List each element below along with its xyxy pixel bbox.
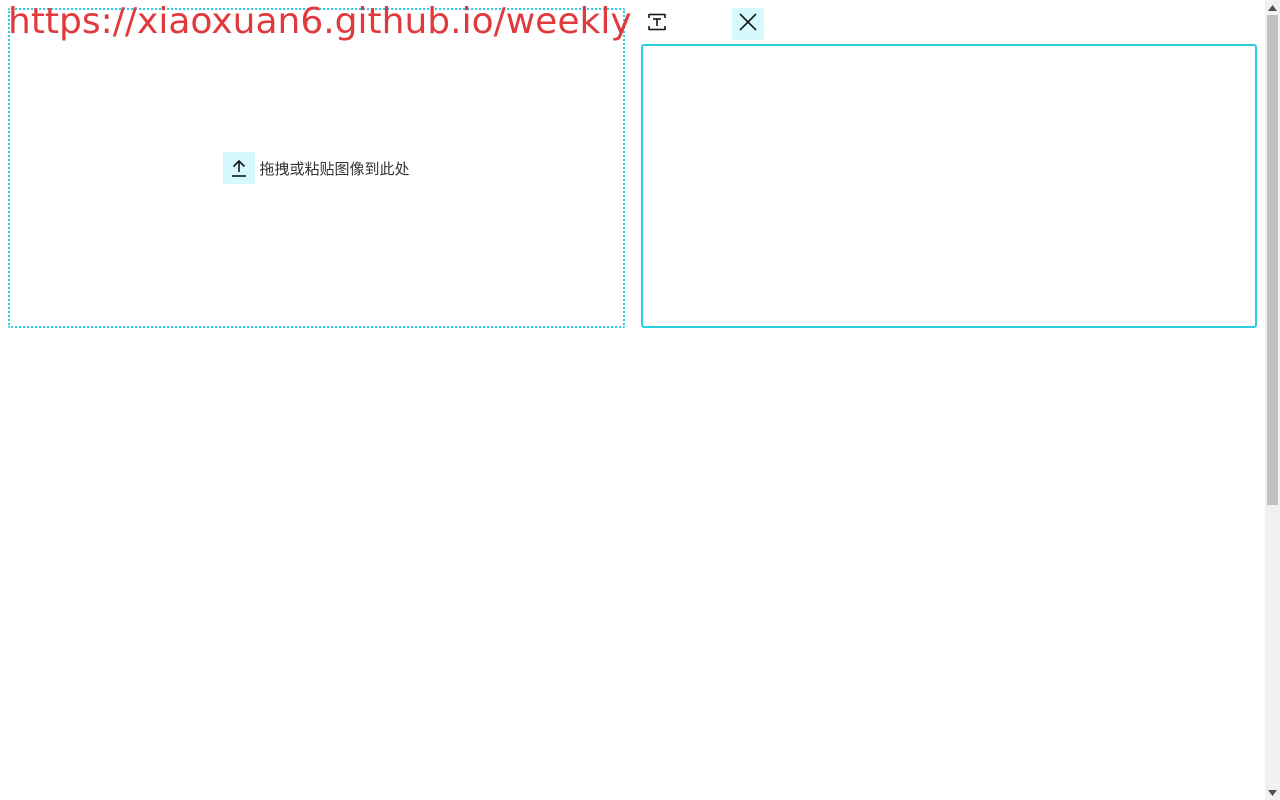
- scroll-up-icon[interactable]: [1265, 0, 1280, 15]
- upload-arrow-icon[interactable]: [223, 152, 256, 184]
- dropzone-content: 拖拽或粘贴图像到此处: [223, 152, 410, 184]
- close-icon: [737, 11, 759, 37]
- watermark-url: https://xiaoxuan6.github.io/weekly: [8, 1, 632, 42]
- scrollbar-thumb[interactable]: [1267, 15, 1278, 505]
- text-format-icon: [647, 12, 667, 36]
- text-format-button[interactable]: [641, 8, 673, 40]
- scroll-down-icon[interactable]: [1265, 785, 1280, 800]
- vertical-scrollbar[interactable]: [1265, 0, 1280, 800]
- image-dropzone[interactable]: 拖拽或粘贴图像到此处: [8, 8, 625, 328]
- close-button[interactable]: [732, 8, 764, 40]
- page: 拖拽或粘贴图像到此处 https://xiaoxuan6.github.io/w…: [0, 0, 1265, 800]
- dropzone-label: 拖拽或粘贴图像到此处: [259, 159, 410, 178]
- output-textarea[interactable]: [641, 44, 1257, 328]
